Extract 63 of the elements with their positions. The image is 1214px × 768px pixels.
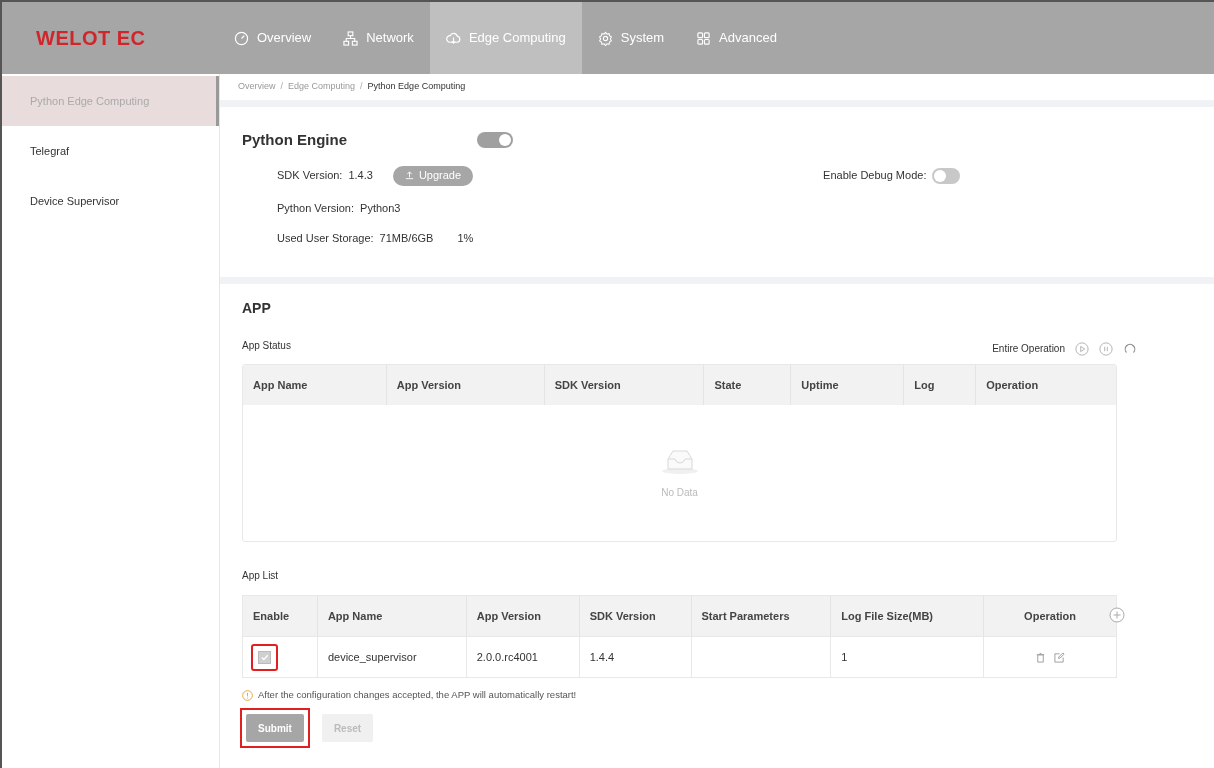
table-cell-text: 2.0.0.rc4001: [476, 649, 538, 665]
field-label: Used User Storage:: [277, 231, 374, 246]
field-label: SDK Version:: [277, 168, 343, 184]
cloud-icon: [445, 30, 461, 46]
sidebar-item[interactable]: Device Supervisor: [2, 176, 219, 226]
notice-text: After the configuration changes accepted, the APP will automatically restart!: [258, 688, 577, 702]
column-header: Enable: [252, 608, 291, 624]
warning-icon: [242, 689, 253, 701]
sidebar-item[interactable]: Python Edge Computing: [2, 76, 219, 126]
edit-icon[interactable]: [1054, 651, 1066, 663]
add-icon[interactable]: [1109, 607, 1125, 623]
breadcrumb-separator: /: [360, 80, 363, 94]
column-header: Operation: [975, 365, 1116, 405]
column-header: Uptime: [790, 365, 904, 405]
submit-button[interactable]: Submit: [246, 714, 304, 743]
column-header: App Version: [465, 596, 579, 636]
upload-icon: [404, 171, 414, 180]
delete-icon[interactable]: [1035, 651, 1047, 663]
grid-icon: [696, 30, 712, 46]
toggle-switch[interactable]: [932, 167, 961, 184]
column-header: SDK Version: [578, 596, 691, 636]
column-header: Log: [903, 365, 976, 405]
section-title: APP: [242, 299, 272, 318]
upgrade-button[interactable]: Upgrade: [392, 165, 474, 186]
table-cell-text: 1: [841, 649, 848, 665]
table-cell-text: 1.4.4: [589, 649, 615, 665]
breadcrumb-separator: /: [280, 80, 284, 94]
nav-tab[interactable]: Overview: [218, 2, 328, 74]
column-header: State: [703, 365, 791, 405]
sidebar-item[interactable]: Telegraf: [2, 126, 219, 176]
toggle-switch[interactable]: [477, 132, 513, 149]
breadcrumb-link[interactable]: Overview: [238, 80, 276, 94]
subsection-label: App Status: [242, 339, 291, 353]
settings-icon: [597, 30, 613, 46]
column-header: App Name: [316, 596, 466, 636]
column-header: SDK Version: [543, 365, 704, 405]
field-value: Python3: [360, 200, 401, 216]
nav-tab[interactable]: Edge Computing: [429, 2, 582, 74]
checkbox[interactable]: [258, 650, 271, 664]
pause-icon[interactable]: [1099, 341, 1113, 356]
play-icon[interactable]: [1075, 341, 1089, 356]
logo: WELOT EC: [36, 26, 146, 51]
section-title: Python Engine: [242, 130, 348, 150]
table-cell-text: device_supervisor: [327, 649, 417, 665]
gauge-icon: [234, 30, 249, 46]
empty-text: No Data: [661, 485, 698, 500]
column-header: App Name: [252, 377, 309, 393]
check-icon: [260, 652, 269, 662]
breadcrumb-link[interactable]: Edge Computing: [288, 80, 356, 94]
percent-value: 1%: [457, 231, 474, 246]
field-label: Python Version:: [277, 200, 355, 216]
subsection-label: App List: [242, 569, 280, 583]
nav-tab[interactable]: Network: [327, 2, 430, 74]
field-label: Entire Operation: [992, 342, 1065, 356]
field-value: 71MB/6GB: [379, 231, 434, 246]
nav-tab[interactable]: System: [581, 2, 681, 74]
column-header: Log File Size(MB): [830, 596, 984, 636]
column-header: Start Parameters: [690, 596, 831, 636]
network-icon: [343, 30, 359, 46]
field-label: Enable Debug Mode:: [823, 168, 927, 184]
field-value: 1.4.3: [348, 168, 373, 184]
column-header: App Version: [385, 365, 544, 405]
nav-tab[interactable]: Advanced: [680, 2, 793, 74]
